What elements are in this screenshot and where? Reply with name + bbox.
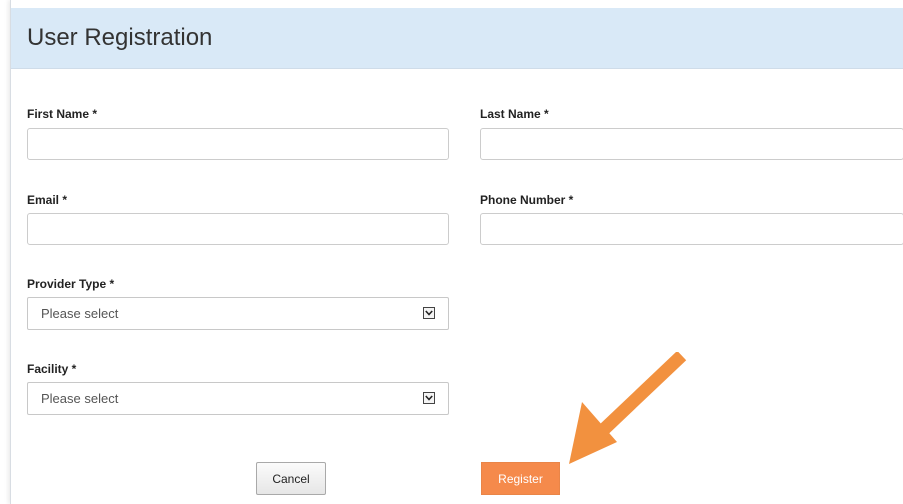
first-name-label: First Name * [27, 107, 98, 121]
chevron-down-icon-svg [425, 310, 433, 316]
facility-selected-value: Please select [41, 391, 119, 406]
phone-number-label: Phone Number * [480, 193, 574, 207]
phone-number-field[interactable] [480, 213, 903, 245]
provider-type-select[interactable]: Please select [27, 297, 449, 330]
provider-type-selected-value: Please select [41, 306, 119, 321]
chevron-down-icon[interactable] [423, 307, 435, 319]
chevron-down-icon-svg [425, 395, 433, 401]
email-field[interactable] [27, 213, 449, 245]
facility-select[interactable]: Please select [27, 382, 449, 415]
provider-type-label: Provider Type * [27, 277, 115, 291]
chevron-down-icon[interactable] [423, 392, 435, 404]
last-name-label: Last Name * [480, 107, 549, 121]
page-title: User Registration [27, 24, 213, 51]
cancel-button[interactable]: Cancel [256, 462, 326, 495]
arrow-pointer-icon [569, 352, 687, 464]
register-button[interactable]: Register [481, 462, 560, 495]
registration-form-window: User Registration First Name * Last Name… [10, 0, 903, 504]
last-name-field[interactable] [480, 128, 903, 160]
facility-label: Facility * [27, 362, 77, 376]
email-label: Email * [27, 193, 68, 207]
registration-header: User Registration [11, 8, 903, 69]
first-name-field[interactable] [27, 128, 449, 160]
